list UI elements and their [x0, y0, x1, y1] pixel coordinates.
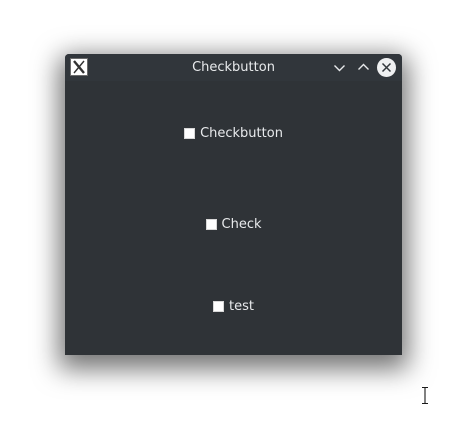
window-title: Checkbutton [192, 60, 275, 75]
checkbutton-check[interactable]: Check [65, 215, 402, 233]
checkbutton-window: Checkbutton Checkbutton Check test [65, 54, 402, 355]
checkbutton-checkbutton[interactable]: Checkbutton [65, 124, 402, 142]
checkbox-label: Check [221, 216, 262, 232]
checkbox[interactable] [184, 127, 196, 139]
close-button[interactable] [377, 58, 396, 77]
checkbox-label: test [229, 298, 254, 314]
maximize-button[interactable] [354, 58, 373, 77]
checkbox[interactable] [205, 218, 217, 230]
chevron-down-icon [334, 65, 345, 72]
text-cursor-icon [420, 386, 430, 405]
checkbox[interactable] [213, 300, 225, 312]
checkbox-label: Checkbutton [200, 125, 283, 141]
chevron-up-icon [358, 63, 369, 70]
title-bar[interactable]: Checkbutton [65, 54, 402, 81]
checkbutton-test[interactable]: test [65, 297, 402, 315]
close-icon [381, 62, 392, 73]
minimize-button[interactable] [330, 58, 349, 77]
